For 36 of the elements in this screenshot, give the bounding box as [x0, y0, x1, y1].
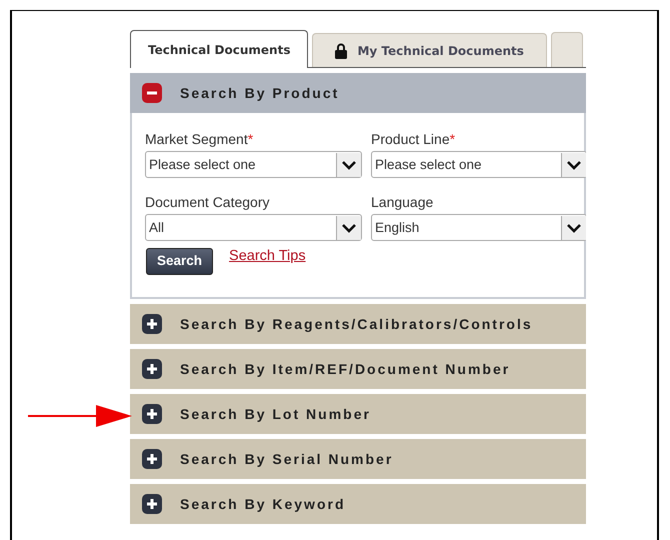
dropdown[interactable]: Please select one — [145, 151, 362, 178]
search-tips-link[interactable]: Search Tips — [229, 248, 306, 264]
expand-icon[interactable] — [142, 494, 162, 514]
field-label: Market Segment* — [145, 131, 254, 149]
dropdown[interactable]: Please select one — [371, 151, 586, 178]
caret-icon — [336, 152, 361, 176]
section-title: Search By Serial Number — [180, 451, 394, 467]
section-title: Search By Reagents/Calibrators/Controls — [180, 316, 533, 332]
dropdown[interactable]: English — [371, 214, 586, 241]
section-header[interactable]: Search By Lot Number — [130, 394, 586, 434]
expand-icon[interactable] — [142, 314, 162, 334]
section-header[interactable]: Search By Reagents/Calibrators/Controls — [130, 304, 586, 344]
section-header[interactable]: Search By Serial Number — [130, 439, 586, 479]
section-title: Search By Lot Number — [180, 406, 371, 422]
required-mark: * — [450, 131, 456, 147]
caret-icon — [561, 152, 586, 176]
search-button[interactable]: Search — [146, 248, 214, 275]
caret-icon — [561, 216, 586, 240]
section-header[interactable]: Search By Product — [130, 73, 586, 113]
expand-icon[interactable] — [142, 449, 162, 469]
field-label: Product Line* — [371, 131, 456, 149]
caret-icon — [336, 216, 361, 240]
collapse-icon[interactable] — [142, 83, 162, 103]
section-header[interactable]: Search By Keyword — [130, 484, 586, 524]
field-label: Language — [371, 194, 434, 212]
tab[interactable]: Technical Documents — [130, 30, 308, 68]
section-title: Search By Product — [180, 85, 340, 101]
dropdown[interactable]: All — [145, 214, 362, 241]
section-header[interactable]: Search By Item/REF/Document Number — [130, 349, 586, 389]
field-label: Document Category — [145, 194, 271, 212]
tab[interactable]: My Technical Documents — [312, 33, 547, 67]
expand-icon[interactable] — [142, 359, 162, 379]
expand-icon[interactable] — [142, 404, 162, 424]
section-title: Search By Keyword — [180, 496, 346, 512]
section-title: Search By Item/REF/Document Number — [180, 361, 510, 377]
required-mark: * — [248, 131, 254, 147]
